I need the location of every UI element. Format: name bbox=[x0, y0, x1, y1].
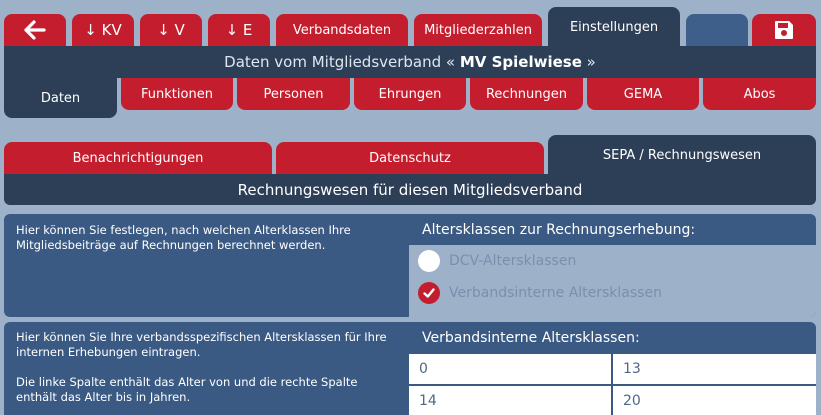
tab-daten[interactable]: Daten bbox=[4, 78, 117, 118]
blank-nav-tab bbox=[686, 14, 748, 46]
e-download-button[interactable]: ↓ E bbox=[208, 14, 270, 46]
kv-download-button[interactable]: ↓ KV bbox=[72, 14, 134, 46]
page-title-suffix: » bbox=[581, 53, 596, 71]
arrow-left-icon bbox=[24, 20, 46, 40]
tab-personen[interactable]: Personen bbox=[237, 78, 350, 110]
checkmark-icon bbox=[418, 282, 440, 304]
radio-dcv-label: DCV-Altersklassen bbox=[449, 253, 577, 269]
floppy-disk-icon bbox=[775, 21, 793, 39]
tab-datenschutz[interactable]: Datenschutz bbox=[276, 142, 544, 174]
altersklassen-panel: Hier können Sie festlegen, nach welchen … bbox=[4, 214, 816, 317]
page-title-prefix: Daten vom Mitgliedsverband « bbox=[224, 53, 460, 71]
radio-verband-label: Verbandsinterne Altersklassen bbox=[449, 285, 662, 301]
tab-benachrichtigungen[interactable]: Benachrichtigungen bbox=[4, 142, 272, 174]
tab-einstellungen[interactable]: Einstellungen bbox=[548, 7, 680, 47]
verband-name: MV Spielwiese bbox=[459, 53, 582, 71]
radio-unchecked-icon bbox=[418, 250, 440, 272]
verband-heading: Verbandsinterne Altersklassen: bbox=[422, 330, 640, 346]
tab-verbandsdaten[interactable]: Verbandsdaten bbox=[276, 14, 408, 46]
verband-description-1: Hier können Sie Ihre verbandsspezifische… bbox=[16, 330, 387, 359]
section-title: Rechnungswesen für diesen Mitgliedsverba… bbox=[4, 174, 816, 205]
table-cell-von[interactable]: 14 bbox=[409, 386, 611, 415]
altersklassen-description: Hier können Sie festlegen, nach welchen … bbox=[16, 223, 351, 252]
table-cell-bis[interactable]: 13 bbox=[613, 354, 816, 384]
table-cell-bis[interactable]: 20 bbox=[613, 386, 816, 415]
save-button[interactable] bbox=[752, 14, 816, 46]
page-title: Daten vom Mitgliedsverband « MV Spielwie… bbox=[4, 46, 816, 78]
radio-verbandsinterne-altersklassen[interactable]: Verbandsinterne Altersklassen bbox=[418, 282, 662, 304]
tab-sepa-rechnungswesen[interactable]: SEPA / Rechnungswesen bbox=[548, 135, 816, 175]
tab-abos[interactable]: Abos bbox=[703, 78, 816, 110]
back-button[interactable] bbox=[4, 14, 66, 46]
radio-dcv-altersklassen[interactable]: DCV-Altersklassen bbox=[418, 250, 576, 272]
table-cell-von[interactable]: 0 bbox=[409, 354, 611, 384]
altersklassen-heading: Altersklassen zur Rechnungserhebung: bbox=[409, 214, 816, 245]
tab-mitgliederzahlen[interactable]: Mitgliederzahlen bbox=[414, 14, 542, 46]
tab-ehrungen[interactable]: Ehrungen bbox=[354, 78, 466, 110]
tab-gema[interactable]: GEMA bbox=[587, 78, 699, 110]
tab-rechnungen[interactable]: Rechnungen bbox=[470, 78, 583, 110]
v-download-button[interactable]: ↓ V bbox=[140, 14, 202, 46]
verband-description-2: Die linke Spalte enthält das Alter von u… bbox=[16, 375, 358, 404]
tab-funktionen[interactable]: Funktionen bbox=[121, 78, 233, 110]
